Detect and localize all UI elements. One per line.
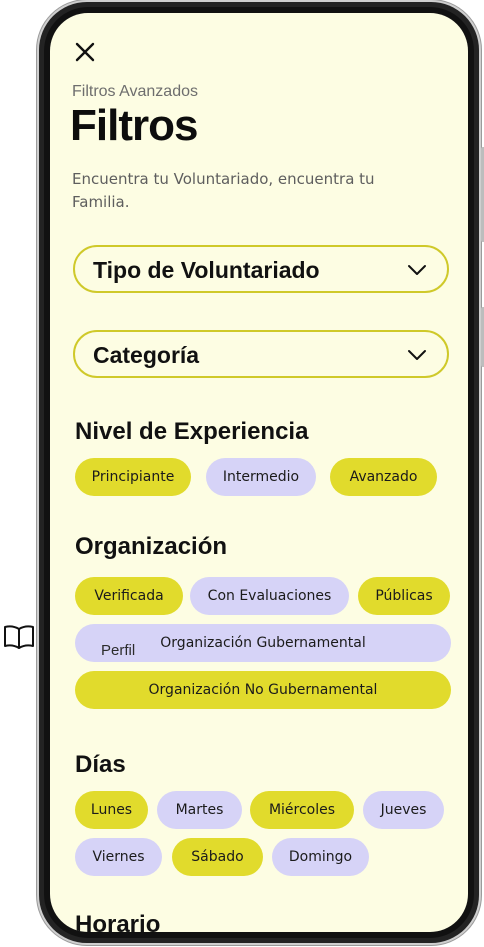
- chevron-down-icon: [408, 350, 426, 360]
- page-subtitle: Filtros Avanzados: [72, 83, 198, 100]
- page-title: Filtros: [70, 101, 198, 150]
- chip-con-evaluaciones[interactable]: Con Evaluaciones: [190, 577, 349, 615]
- organization-title: Organización: [75, 533, 228, 560]
- screen: Filtros Avanzados Filtros Encuentra tu V…: [50, 13, 468, 932]
- chip-miercoles[interactable]: Miércoles: [250, 791, 354, 829]
- phone-frame: Filtros Avanzados Filtros Encuentra tu V…: [39, 2, 484, 943]
- chip-intermedio[interactable]: Intermedio: [206, 458, 316, 496]
- chip-lunes[interactable]: Lunes: [75, 791, 148, 829]
- chip-martes[interactable]: Martes: [157, 791, 242, 829]
- close-icon[interactable]: [74, 41, 96, 63]
- dropdown-label: Tipo de Voluntariado: [93, 257, 320, 283]
- categoria-dropdown[interactable]: Categoría: [73, 330, 449, 378]
- chip-viernes[interactable]: Viernes: [75, 838, 162, 876]
- days-title: Días: [75, 751, 126, 778]
- chip-avanzado[interactable]: Avanzado: [330, 458, 437, 496]
- chip-sabado[interactable]: Sábado: [172, 838, 263, 876]
- page-description: Encuentra tu Voluntariado, encuentra tu …: [72, 170, 375, 211]
- chip-publicas[interactable]: Públicas: [358, 577, 450, 615]
- tipo-voluntariado-dropdown[interactable]: Tipo de Voluntariado: [73, 245, 449, 293]
- chevron-down-icon: [408, 265, 426, 275]
- chip-principiante[interactable]: Principiante: [75, 458, 191, 496]
- chip-organizacion-no-gubernamental[interactable]: Organización No Gubernamental: [75, 671, 451, 709]
- chip-verificada[interactable]: Verificada: [75, 577, 183, 615]
- dropdown-label: Categoría: [93, 342, 200, 368]
- perfil-tooltip: Perfil: [101, 642, 136, 659]
- open-book-icon[interactable]: [2, 624, 36, 650]
- stage: Filtros Avanzados Filtros Encuentra tu V…: [0, 0, 484, 947]
- chip-domingo[interactable]: Domingo: [272, 838, 369, 876]
- schedule-title: Horario: [75, 911, 161, 932]
- chip-jueves[interactable]: Jueves: [363, 791, 444, 829]
- experience-title: Nivel de Experiencia: [75, 418, 309, 445]
